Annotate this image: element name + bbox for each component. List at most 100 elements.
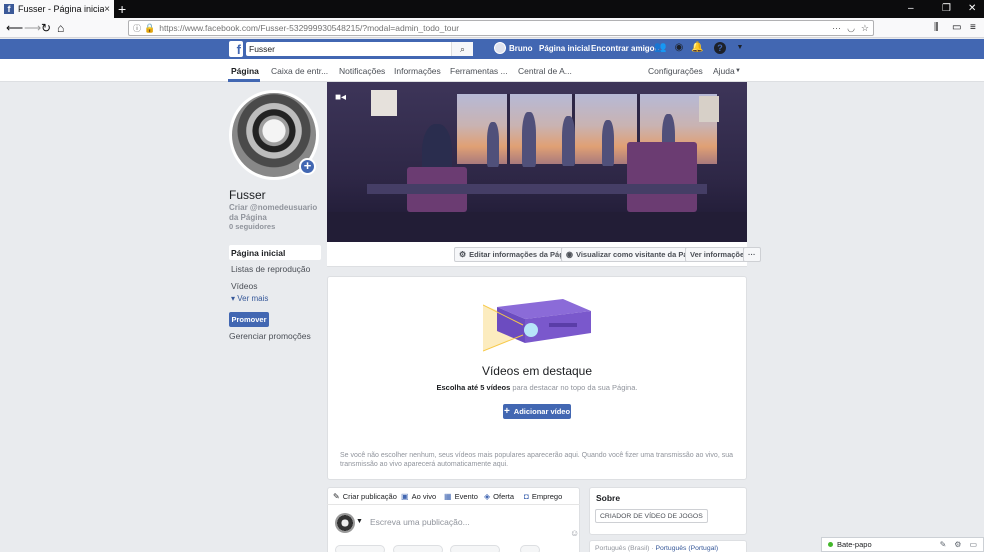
help-icon[interactable]: ? [714,42,726,54]
composer-option[interactable] [393,545,443,552]
tab-offer[interactable]: ◈ Oferta [484,492,514,501]
home-link[interactable]: Página inicial [539,44,590,53]
messenger-icon[interactable]: ◉ [673,42,685,54]
poster [371,90,397,116]
avatar[interactable] [335,513,355,533]
url-bar[interactable]: ⓘ 🔒 https://www.facebook.com/Fusser-5329… [128,20,874,36]
tab-inbox[interactable]: Caixa de entr... [271,66,328,76]
tab-notifications[interactable]: Notificações [339,66,385,76]
find-friends-link[interactable]: Encontrar amigos [591,44,659,53]
emoji-icon[interactable]: ☺ [570,528,579,538]
featured-subtitle-rest: para destacar no topo da sua Página. [510,383,638,392]
see-more-link[interactable]: ▾ Ver mais [231,294,268,303]
reload-icon[interactable]: ↻ [41,21,51,35]
chevron-down-icon[interactable]: ▼ [356,518,363,525]
add-video-button[interactable]: + Adicionar vídeo [503,404,571,419]
composer-option[interactable] [450,545,500,552]
bookmark-star-icon[interactable]: ☆ [861,23,869,34]
composer-option[interactable] [335,545,385,552]
user-profile-link[interactable]: Bruno [494,42,533,54]
page-actions-icon[interactable]: ··· [832,23,841,33]
counter [367,184,707,194]
sidebar-item-playlists[interactable]: Listas de reprodução [229,261,321,276]
gear-icon: ⚙ [459,250,467,259]
friend-requests-icon[interactable]: 👥 [654,42,666,54]
silhouette [562,116,575,166]
sidebar-item-home[interactable]: Página inicial [229,245,321,260]
pencil-icon: ✎ [333,492,340,501]
info-icon[interactable]: ⓘ [133,23,141,34]
floor [327,212,747,242]
search-input[interactable]: Fusser ⌕ [246,42,473,56]
sidebar-item-videos[interactable]: Vídeos [229,278,321,293]
promote-button[interactable]: Promover [229,312,269,327]
tab-close-icon[interactable]: × [104,4,110,15]
job-label: Emprego [531,492,563,501]
add-photo-icon[interactable]: + [299,158,316,175]
composer-option[interactable] [520,545,540,552]
featured-note: Se você não escolher nenhum, seus vídeos… [340,452,733,468]
restore-icon[interactable]: ❐ [942,3,951,14]
followers-count: 0 seguidores [229,222,276,231]
poster [699,96,719,122]
back-icon[interactable]: ⟵ [6,21,23,35]
event-label: Evento [454,492,478,501]
silhouette [522,112,536,167]
notifications-bell-icon[interactable]: 🔔 [691,42,703,54]
compose-icon[interactable]: ✎ [940,540,947,549]
tab-event[interactable]: ▦ Evento [444,492,478,501]
chat-bar[interactable]: Bate-papo ✎ ⚙ ▭ [821,537,984,552]
eye-icon: ◉ [566,250,573,259]
window-pane [507,94,510,164]
home-icon[interactable]: ⌂ [57,21,64,35]
category-tag[interactable]: CRIADOR DE VÍDEO DE JOGOS [595,509,708,523]
tab-insights[interactable]: Informações [394,66,441,76]
lock-icon[interactable]: 🔒 [144,23,155,34]
forward-icon[interactable]: ⟶ [24,21,41,35]
briefcase-icon: ◘ [524,492,529,501]
sidebar-icon[interactable]: ▭ [952,22,961,33]
alt-language-link[interactable]: Português (Portugal) [655,545,718,552]
account-menu-chevron-icon[interactable]: ▼ [734,42,746,54]
gear-icon[interactable]: ⚙ [954,540,961,549]
window-close-icon[interactable]: ✕ [968,3,976,14]
url-text[interactable]: https://www.facebook.com/Fusser-53299993… [159,23,826,33]
menu-icon[interactable]: ≡ [970,22,976,33]
featured-title: Vídeos em destaque [481,364,593,378]
facebook-logo-icon[interactable]: f [229,41,243,57]
tab-tools[interactable]: Ferramentas ... [450,66,508,76]
offer-icon: ◈ [484,492,491,501]
tab-title: Fusser - Página inicial [18,4,105,14]
new-tab-button[interactable]: + [118,1,126,17]
tab-help[interactable]: Ajuda [713,66,735,76]
chat-window-icon[interactable]: ▭ [969,540,977,549]
composer-tabs: ✎ Criar publicação ▣ Ao vivo ▦ Evento ◈ Ofer… [327,487,580,505]
tab-settings[interactable]: Configurações [648,66,703,76]
offer-label: Oferta [493,492,514,501]
post-input[interactable]: Escreva uma publicação... [370,517,470,527]
pocket-icon[interactable]: ◡ [847,23,855,34]
minimize-icon[interactable]: – [908,3,914,14]
cover-image[interactable]: ■◂ [327,82,747,242]
featured-subtitle: Escolha até 5 vídeos para destacar no to… [327,383,747,392]
more-options-button[interactable]: ··· [743,247,761,262]
library-icon[interactable]: ⫼ [934,22,939,33]
page-name: Fusser [229,188,266,202]
silhouette [602,120,614,166]
browser-toolbar: ⟵ ⟶ ↻ ⌂ ⓘ 🔒 https://www.facebook.com/Fus… [0,18,984,38]
tab-job[interactable]: ◘ Emprego [524,492,562,501]
manage-promotions-link[interactable]: Gerenciar promoções [229,331,311,341]
create-username-link[interactable]: Criar @nomedeusuario da Página [229,203,325,223]
tab-live[interactable]: ▣ Ao vivo [401,492,436,501]
search-value[interactable]: Fusser [249,44,275,54]
browser-tab[interactable]: f Fusser - Página inicial × [0,0,114,18]
video-camera-icon[interactable]: ■◂ [335,92,346,103]
tab-ad-center[interactable]: Central de A... [518,66,572,76]
tab-page[interactable]: Página [231,66,259,76]
tab-create-post[interactable]: ✎ Criar publicação [333,492,397,501]
edit-page-info-label: Editar informações da Página [469,250,575,259]
search-icon[interactable]: ⌕ [451,42,473,56]
help-chevron-icon[interactable]: ▼ [735,68,741,74]
create-post-label: Criar publicação [342,492,397,501]
live-label: Ao vivo [411,492,437,501]
